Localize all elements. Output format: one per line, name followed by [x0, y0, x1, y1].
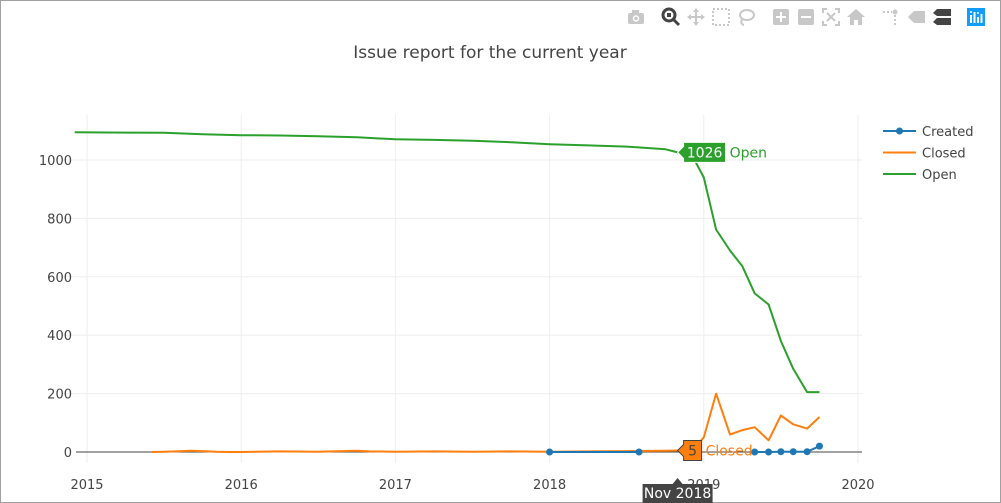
- grid: [62, 115, 862, 463]
- legend-label: Created: [922, 125, 973, 140]
- y-tick-label: 1000: [39, 154, 72, 169]
- y-tick-label: 400: [47, 329, 72, 344]
- legend[interactable]: Created Closed Open: [883, 125, 973, 183]
- x-tick-label: 2017: [379, 478, 412, 493]
- hover-series-name: Open: [730, 145, 767, 161]
- legend-label: Open: [922, 168, 957, 183]
- data-point-created[interactable]: [546, 448, 554, 456]
- y-tick-label: 600: [47, 271, 72, 286]
- data-point-created[interactable]: [765, 448, 773, 456]
- data-point-created[interactable]: [777, 448, 785, 456]
- data-point-created[interactable]: [803, 448, 811, 456]
- legend-marker: [896, 127, 903, 135]
- hover-value: 5: [688, 444, 697, 460]
- data-point-created[interactable]: [815, 442, 823, 450]
- hover-value: 1026: [687, 145, 723, 161]
- axes: 2015201620172018201920200200400600800100…: [39, 154, 875, 493]
- hover-series-name: Closed: [706, 444, 753, 460]
- hover-label-closed: 5 Closed: [676, 440, 753, 462]
- x-tick-label: 2020: [841, 478, 874, 493]
- x-tick-label: 2016: [225, 478, 258, 493]
- hover-label-open: 1026 Open: [676, 141, 767, 163]
- legend-item-open[interactable]: Open: [883, 168, 957, 183]
- hover-x-text: Nov 2018: [644, 486, 711, 502]
- series-layer: [74, 131, 823, 456]
- legend-label: Closed: [922, 147, 966, 162]
- y-tick-label: 0: [64, 446, 72, 461]
- y-tick-label: 200: [47, 388, 72, 403]
- x-tick-label: 2018: [533, 478, 566, 493]
- series-line-open: [74, 131, 820, 394]
- x-tick-label: 2015: [70, 478, 103, 493]
- chart-title: Issue report for the current year: [353, 43, 626, 63]
- legend-item-closed[interactable]: Closed: [883, 147, 966, 162]
- data-point-created[interactable]: [635, 448, 643, 456]
- legend-item-created[interactable]: Created: [883, 125, 973, 140]
- data-point-created[interactable]: [789, 448, 797, 456]
- chart: Issue report for the current year 2015 20…: [39, 43, 973, 503]
- hover-layer: 1026 Open 5 Closed Nov 2018: [642, 141, 767, 503]
- y-tick-label: 800: [47, 212, 72, 227]
